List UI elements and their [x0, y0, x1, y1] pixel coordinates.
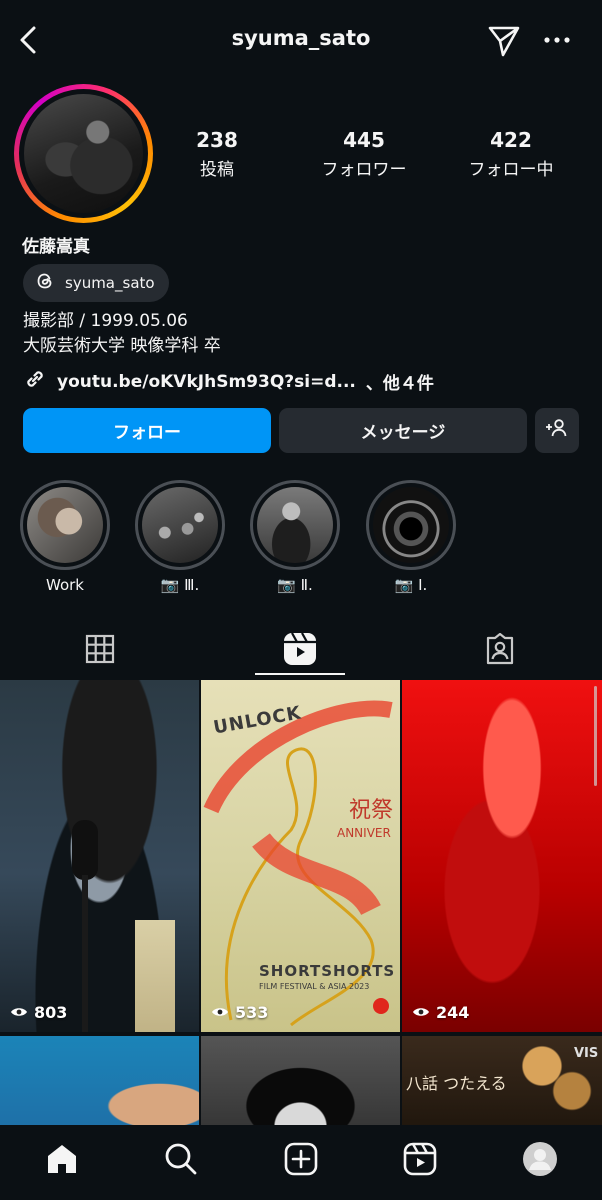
highlight-2[interactable]: 📷 Ⅱ. — [250, 480, 340, 594]
add-person-icon — [545, 418, 569, 443]
profile-avatar-image — [24, 94, 143, 213]
reel-thumbnail[interactable]: 八話 つたえる VIS — [402, 1036, 602, 1125]
create-icon — [284, 1142, 318, 1180]
stat-posts-count: 238 — [196, 128, 238, 152]
highlight-cover — [257, 487, 333, 563]
nav-create[interactable] — [281, 1141, 321, 1181]
mic-stand-shape — [82, 875, 88, 1032]
reel-view-count: 803 — [10, 1003, 67, 1022]
reel-view-count: 533 — [211, 1003, 268, 1022]
threads-icon — [35, 271, 55, 295]
stat-following[interactable]: 422 フォロー中 — [436, 128, 586, 180]
stat-following-count: 422 — [490, 128, 532, 152]
active-tab-indicator — [255, 673, 345, 675]
highlight-cover — [27, 487, 103, 563]
search-icon — [164, 1142, 198, 1180]
poster-text: 祝祭 — [349, 798, 394, 823]
reels-grid: 803 UNLOCK 祝祭 ANNIVER SHORTSHORTS FILM F… — [0, 680, 602, 1125]
follow-button[interactable]: フォロー — [23, 408, 271, 453]
highlight-label: 📷 Ⅰ. — [394, 576, 428, 594]
send-icon[interactable] — [486, 22, 522, 58]
highlight-3[interactable]: 📷 Ⅲ. — [135, 480, 225, 594]
bio-line: 大阪芸術大学 映像学科 卒 — [23, 336, 221, 356]
nav-home[interactable] — [42, 1141, 82, 1181]
reel-thumbnail[interactable] — [0, 1036, 199, 1125]
reel-views-text: 533 — [235, 1003, 269, 1022]
reel-thumbnail[interactable] — [201, 1036, 400, 1125]
tab-posts-grid[interactable] — [0, 625, 200, 677]
reel-thumbnail[interactable]: UNLOCK 祝祭 ANNIVER SHORTSHORTS FILM FESTI… — [201, 680, 400, 1032]
top-bar: syuma_sato — [0, 0, 602, 80]
reel-views-text: 803 — [34, 1003, 68, 1022]
more-options-icon[interactable] — [540, 22, 574, 58]
home-icon — [45, 1143, 79, 1179]
eye-icon — [211, 1003, 229, 1022]
highlight-cover — [373, 487, 449, 563]
tab-reels[interactable] — [200, 625, 400, 677]
reels-icon — [403, 1142, 437, 1180]
stat-posts-label: 投稿 — [200, 160, 234, 180]
profile-avatar-icon — [522, 1141, 558, 1181]
suggested-users-button[interactable] — [535, 408, 579, 453]
reel-thumbnail[interactable]: 803 — [0, 680, 199, 1032]
bottom-navigation — [0, 1125, 602, 1200]
poster-text: ANNIVER — [337, 826, 391, 840]
poster-text: FILM FESTIVAL & ASIA 2023 — [259, 982, 370, 991]
nav-search[interactable] — [161, 1141, 201, 1181]
scrollbar[interactable] — [594, 686, 597, 786]
stat-followers[interactable]: 445 フォロワー — [289, 128, 439, 180]
tab-tagged[interactable] — [400, 625, 600, 677]
highlight-work[interactable]: Work — [20, 480, 110, 594]
stat-following-label: フォロー中 — [468, 160, 554, 180]
bio-link-text: youtu.be/oKVkJhSm93Q?si=d... — [57, 371, 356, 392]
reels-icon — [283, 632, 317, 670]
link-icon — [23, 367, 47, 396]
grid-icon — [85, 634, 115, 668]
reel-thumbnail[interactable]: 244 — [402, 680, 602, 1032]
bio-line: 撮影部 / 1999.05.06 — [23, 311, 188, 331]
bio: 撮影部 / 1999.05.06 大阪芸術大学 映像学科 卒 — [23, 309, 221, 359]
highlight-label: 📷 Ⅲ. — [160, 576, 200, 594]
profile-avatar-story-ring[interactable] — [14, 84, 153, 223]
eye-icon — [10, 1003, 28, 1022]
nav-profile[interactable] — [520, 1141, 560, 1181]
highlight-1[interactable]: 📷 Ⅰ. — [366, 480, 456, 594]
stat-followers-label: フォロワー — [321, 160, 407, 180]
stat-posts[interactable]: 238 投稿 — [142, 128, 292, 180]
reel-views-text: 244 — [436, 1003, 470, 1022]
reel-caption-text: 八話 つたえる — [406, 1074, 507, 1093]
message-button[interactable]: メッセージ — [279, 408, 527, 453]
microphone-shape — [72, 820, 98, 880]
highlight-cover — [142, 487, 218, 563]
display-name: 佐藤嵩真 — [22, 237, 90, 257]
poster-text: SHORTSHORTS — [259, 962, 396, 980]
reel-caption-text: VIS — [574, 1046, 599, 1061]
stat-followers-count: 445 — [343, 128, 385, 152]
threads-badge[interactable]: syuma_sato — [23, 264, 169, 302]
guitar-strap-shape — [135, 920, 175, 1032]
highlight-label: 📷 Ⅱ. — [277, 576, 313, 594]
reel-view-count: 244 — [412, 1003, 469, 1022]
tagged-icon — [484, 632, 516, 669]
bio-link-more: 、他４件 — [365, 374, 434, 394]
threads-handle: syuma_sato — [65, 274, 155, 292]
highlight-label: Work — [46, 576, 84, 594]
nav-reels[interactable] — [400, 1141, 440, 1181]
profile-content-tabs — [0, 625, 602, 677]
bio-link[interactable]: youtu.be/oKVkJhSm93Q?si=d... 、他４件 — [23, 367, 434, 396]
eye-icon — [412, 1003, 430, 1022]
